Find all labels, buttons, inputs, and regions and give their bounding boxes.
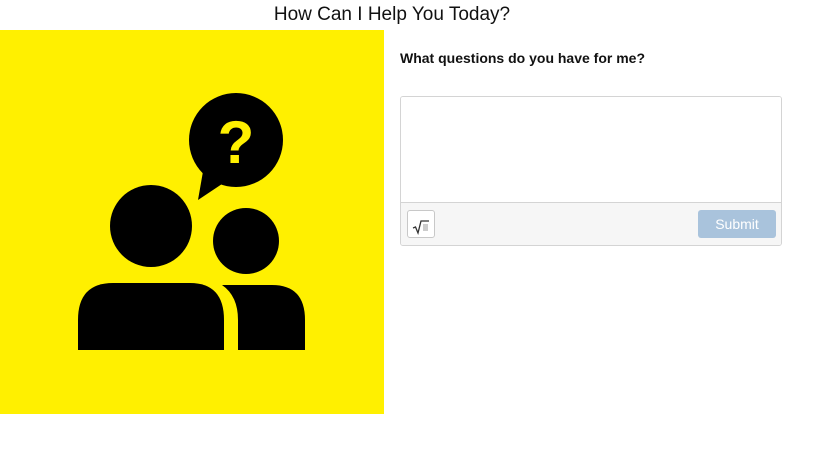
- answer-toolbar: Submit: [401, 202, 781, 245]
- page-title: How Can I Help You Today?: [273, 4, 511, 25]
- question-label: What questions do you have for me?: [400, 50, 646, 66]
- question-mark-glyph: ?: [218, 109, 255, 176]
- illustration-background: [0, 30, 384, 414]
- answer-textarea[interactable]: [401, 97, 781, 204]
- math-input-button[interactable]: [407, 210, 435, 238]
- square-root-icon: [412, 219, 429, 235]
- answer-box: Submit: [400, 96, 782, 246]
- submit-button[interactable]: Submit: [698, 210, 776, 238]
- people-question-illustration: ?: [0, 30, 384, 414]
